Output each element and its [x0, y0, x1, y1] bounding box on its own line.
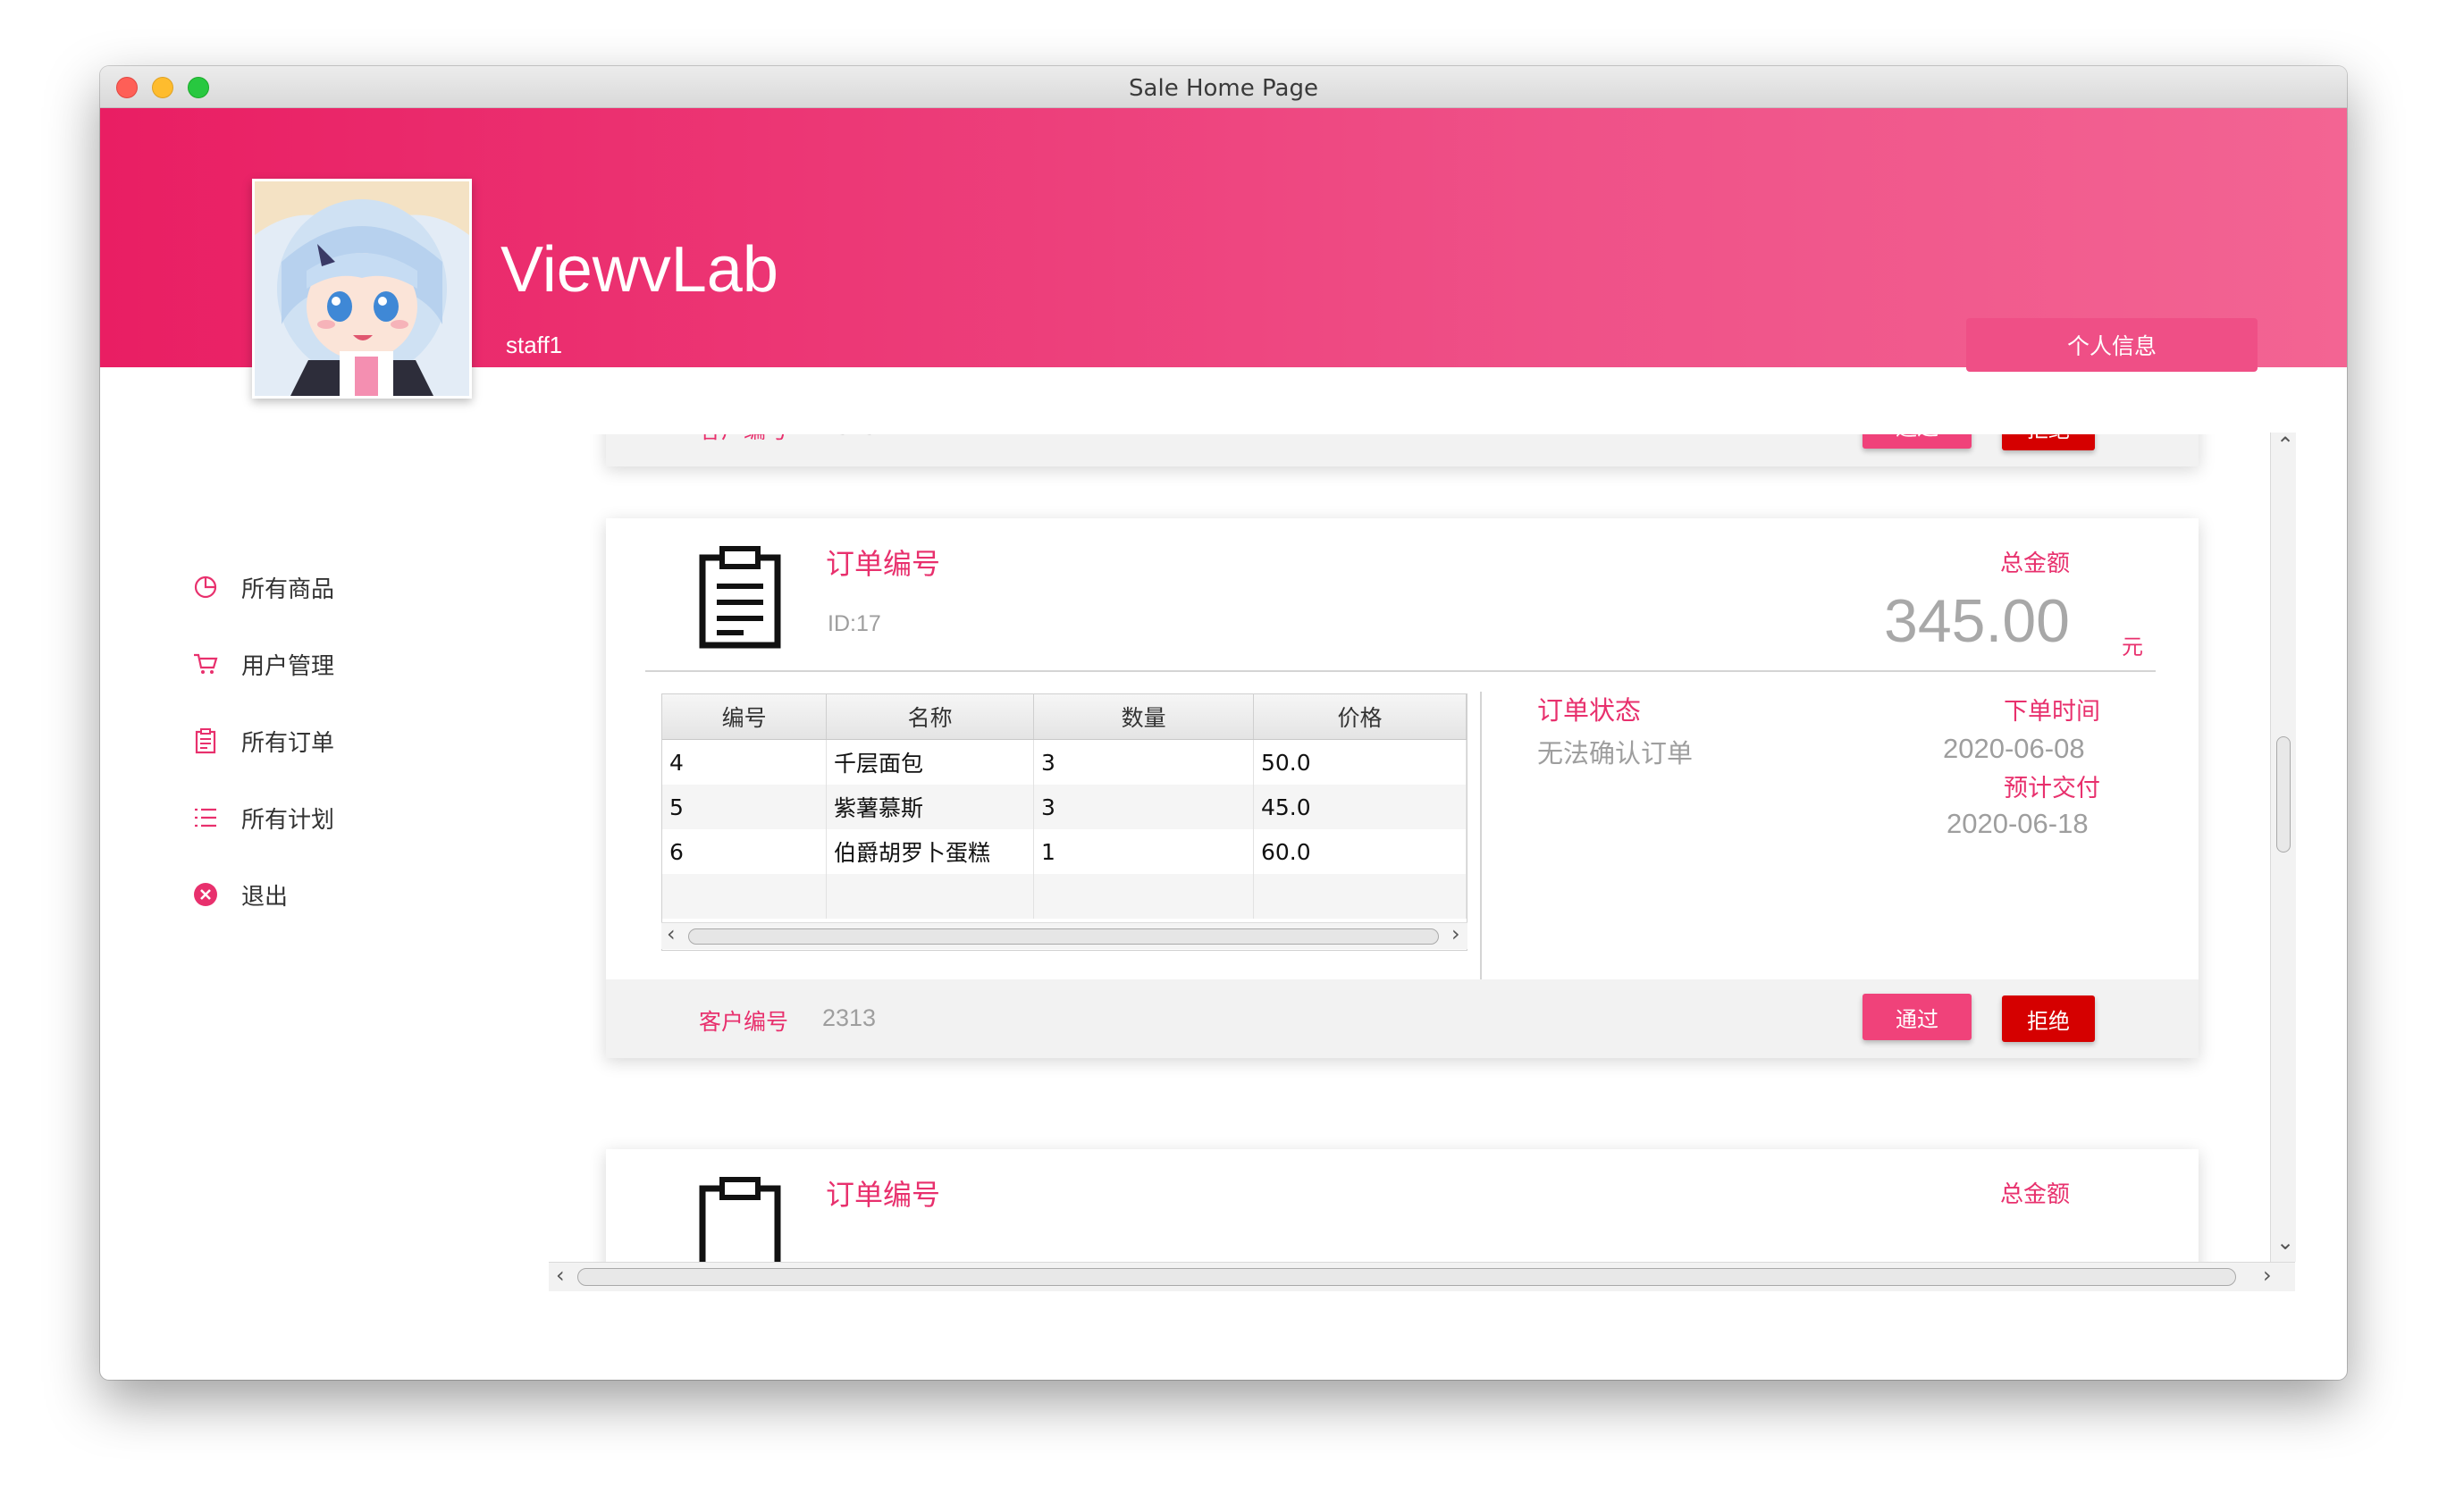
content-horizontal-scrollbar[interactable]: ‹ ›: [549, 1262, 2295, 1291]
close-circle-icon: [188, 877, 223, 912]
avatar: [252, 179, 472, 399]
table-header: 编号 名称 数量 价格: [662, 694, 1467, 740]
total-amount-label: 总金额: [2000, 1181, 2071, 1208]
total-amount-unit: 元: [2122, 634, 2143, 659]
delivery-time-value: 2020-06-18: [1947, 808, 2089, 839]
column-header-price[interactable]: 价格: [1254, 694, 1467, 739]
order-items-table[interactable]: 编号 名称 数量 价格 4 千层面包 3 50.0 5 紫薯慕斯 3 45.0: [661, 693, 1467, 951]
order-time-label: 下单时间: [2004, 698, 2100, 726]
total-amount-label: 总金额: [2000, 550, 2071, 577]
sidebar-item-label: 用户管理: [241, 652, 335, 680]
order-id: ID:17: [828, 611, 881, 636]
table-row[interactable]: 4 千层面包 3 50.0: [662, 740, 1467, 785]
scroll-right-arrow-icon[interactable]: ›: [1451, 921, 1460, 946]
sidebar-item-user-management[interactable]: 用户管理: [188, 626, 334, 702]
card-divider: [645, 670, 2156, 672]
cell-quantity: 3: [1034, 740, 1254, 785]
customer-id-value: 2313: [822, 434, 876, 441]
title-bar: Sale Home Page: [100, 66, 2347, 108]
window-title: Sale Home Page: [1129, 75, 1318, 102]
order-status-value: 无法确认订单: [1537, 738, 1694, 769]
orders-scroll-pane[interactable]: 客户编号 2313 通过 拒绝 订单编号 ID:17 总金额 345.00 元 …: [549, 434, 2268, 1264]
order-time-value: 2020-06-08: [1943, 733, 2085, 764]
cell-id: 5: [662, 785, 827, 829]
cell-name: 紫薯慕斯: [827, 785, 1034, 829]
table-horizontal-scrollbar[interactable]: ‹ ›: [661, 921, 1467, 949]
card-vertical-divider: [1480, 692, 1482, 981]
cell-price: 60.0: [1254, 829, 1467, 874]
avatar-illustration: [255, 181, 469, 396]
delivery-time-label: 预计交付: [2004, 775, 2100, 802]
approve-button[interactable]: 通过: [1863, 434, 1972, 449]
customer-id-label: 客户编号: [699, 1009, 789, 1035]
scroll-right-arrow-icon[interactable]: ›: [2263, 1263, 2272, 1288]
cell-id: 6: [662, 829, 827, 874]
scroll-up-arrow-icon[interactable]: ⌃: [2276, 433, 2294, 458]
order-clipboard-icon: [697, 1176, 783, 1264]
pie-chart-icon: [188, 569, 223, 605]
cell-name: 千层面包: [827, 740, 1034, 785]
content-vertical-scrollbar[interactable]: ⌃ ⌄: [2270, 433, 2296, 1262]
scroll-left-arrow-icon[interactable]: ‹: [667, 921, 676, 946]
order-number-label: 订单编号: [826, 547, 941, 581]
order-card: 订单编号 ID:17 总金额 345.00 元 编号 名称 数量 价格 4 千层…: [606, 518, 2199, 1058]
column-header-quantity[interactable]: 数量: [1034, 694, 1255, 739]
table-row[interactable]: 5 紫薯慕斯 3 45.0: [662, 785, 1467, 829]
scroll-down-arrow-icon[interactable]: ⌄: [2276, 1230, 2294, 1255]
scroll-left-arrow-icon[interactable]: ‹: [556, 1263, 565, 1288]
list-icon: [188, 800, 223, 836]
sidebar-item-all-plans[interactable]: 所有计划: [188, 779, 334, 856]
cell-quantity: 3: [1034, 785, 1254, 829]
cell-price: 50.0: [1254, 740, 1467, 785]
customer-id-label: 客户编号: [699, 434, 788, 445]
column-header-id[interactable]: 编号: [662, 694, 828, 739]
order-clipboard-icon: [697, 545, 783, 652]
cell-id: 4: [662, 740, 827, 785]
order-number-label: 订单编号: [826, 1178, 941, 1212]
sidebar-item-label: 退出: [241, 883, 289, 911]
reject-button[interactable]: 拒绝: [2002, 434, 2095, 450]
order-status-label: 订单状态: [1537, 695, 1642, 726]
sidebar-item-label: 所有计划: [241, 806, 335, 834]
approve-button[interactable]: 通过: [1863, 994, 1972, 1040]
cell-price: 45.0: [1254, 785, 1467, 829]
scrollbar-thumb[interactable]: [2276, 736, 2291, 853]
order-card-next: 订单编号 总金额: [606, 1149, 2199, 1264]
sidebar-item-logout[interactable]: 退出: [188, 856, 334, 933]
clipboard-icon: [188, 723, 223, 759]
sidebar-item-all-products[interactable]: 所有商品: [188, 549, 334, 626]
cell-quantity: 1: [1034, 829, 1254, 874]
sidebar-item-all-orders[interactable]: 所有订单: [188, 702, 334, 779]
sidebar-item-label: 所有订单: [241, 729, 335, 757]
sidebar-item-label: 所有商品: [241, 575, 335, 603]
reject-button[interactable]: 拒绝: [2002, 995, 2095, 1042]
scrollbar-thumb[interactable]: [688, 928, 1439, 945]
total-amount-value: 345.00: [1884, 587, 2070, 655]
table-row[interactable]: 6 伯爵胡罗卜蛋糕 1 60.0: [662, 829, 1467, 874]
profile-button[interactable]: 个人信息: [1966, 318, 2258, 372]
table-row-empty: [662, 874, 1467, 919]
cart-icon: [188, 646, 223, 682]
order-card-footer: 客户编号 2313 通过 拒绝: [606, 434, 2199, 466]
brand-title: ViewvLab: [500, 234, 778, 306]
order-card-previous: 客户编号 2313 通过 拒绝: [606, 434, 2199, 466]
app-window: Sale Home Page ViewvLab staff1 个人信息 所有商品…: [100, 66, 2347, 1380]
sidebar-nav: 所有商品 用户管理 所有订单 所有计划 退出: [188, 549, 334, 933]
order-card-footer: 客户编号 2313 通过 拒绝: [606, 979, 2199, 1058]
column-header-name[interactable]: 名称: [827, 694, 1035, 739]
cell-name: 伯爵胡罗卜蛋糕: [827, 829, 1034, 874]
username-label: staff1: [506, 332, 563, 358]
scrollbar-thumb[interactable]: [577, 1268, 2236, 1286]
customer-id-value: 2313: [822, 1004, 877, 1031]
